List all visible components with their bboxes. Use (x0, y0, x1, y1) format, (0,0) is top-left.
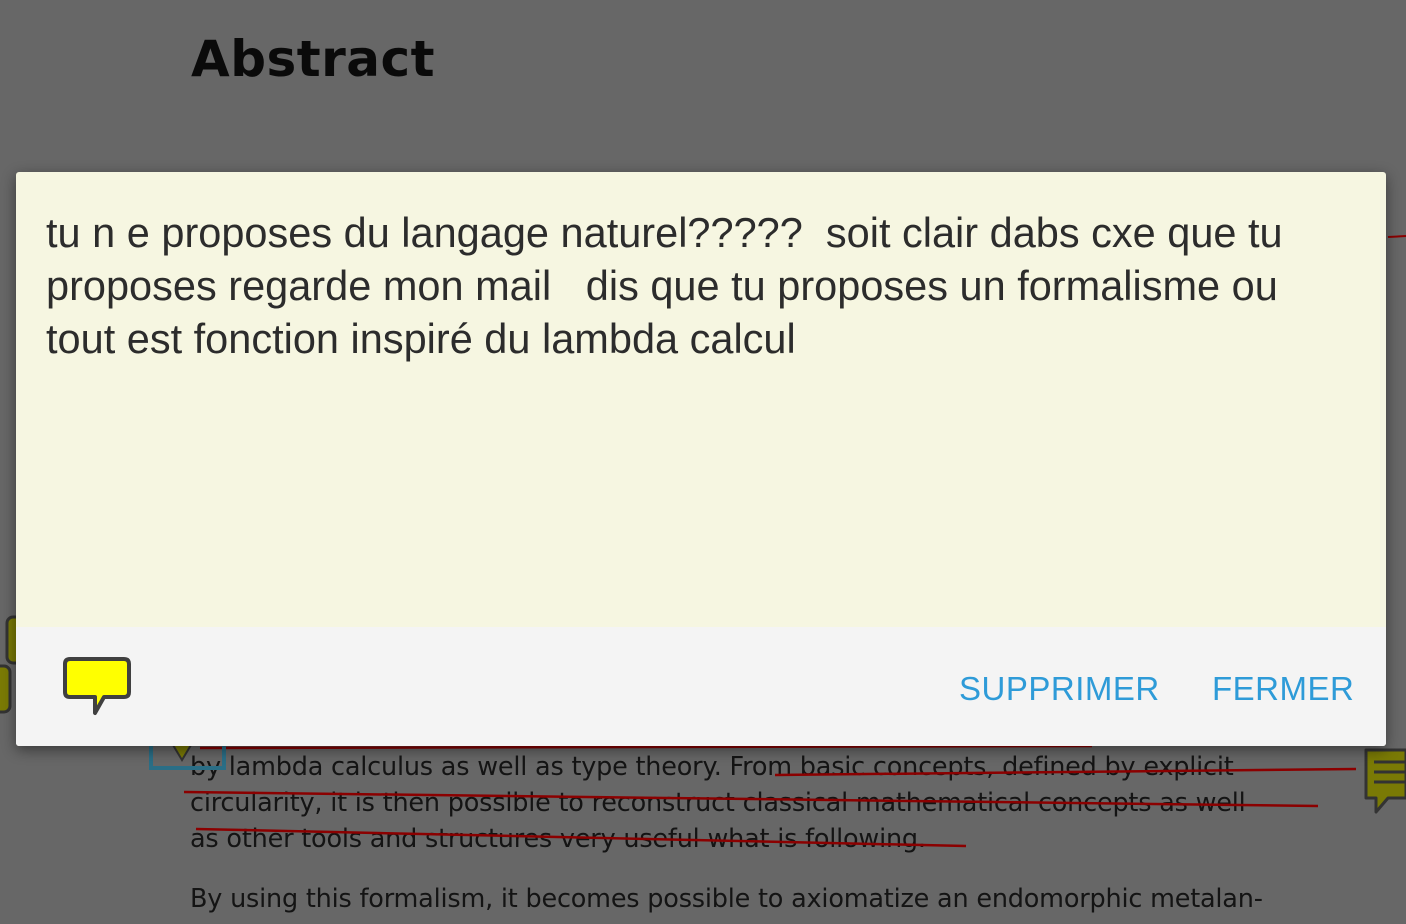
annotation-dialog: tu n e proposes du langage naturel????? … (16, 172, 1386, 746)
delete-button[interactable]: SUPPRIMER (959, 670, 1160, 708)
note-text-field[interactable]: tu n e proposes du langage naturel????? … (46, 206, 1356, 626)
comment-icon (63, 657, 131, 715)
close-button[interactable]: FERMER (1212, 670, 1354, 708)
dialog-footer (16, 627, 1386, 746)
text-note-icon[interactable] (1360, 746, 1406, 816)
